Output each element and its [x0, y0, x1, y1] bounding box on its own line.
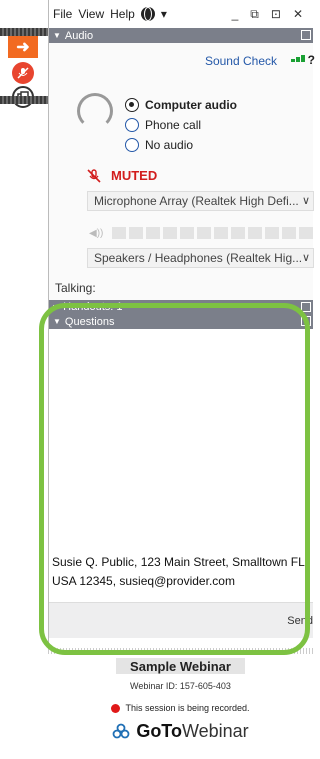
speaker-icon: ◀)) — [89, 227, 104, 239]
radio-unselected-icon — [125, 118, 139, 132]
questions-section-header[interactable]: ▼ Questions — [49, 314, 313, 329]
questions-log: Susie Q. Public, 123 Main Street, Smallt… — [49, 329, 313, 638]
menu-view[interactable]: View — [78, 7, 104, 21]
goto-flower-icon — [112, 723, 130, 741]
webinar-title: Sample Webinar — [116, 658, 245, 674]
speakers-select[interactable]: Speakers / Headphones (Realtek Hig... ∨ — [87, 248, 314, 268]
radio-label: Phone call — [145, 118, 202, 132]
speaker-level-meter: ◀)) — [89, 227, 314, 239]
collapse-triangle-icon: ▼ — [53, 31, 61, 40]
microphone-select[interactable]: Microphone Array (Realtek High Defi... ∨ — [87, 191, 314, 211]
popout-icon[interactable] — [301, 302, 311, 312]
popout-icon[interactable] — [301, 316, 311, 326]
radio-no-audio[interactable]: No audio — [125, 135, 237, 155]
minimize-button[interactable]: _ — [232, 7, 239, 22]
question-input[interactable]: Susie Q. Public, 123 Main Street, Smallt… — [52, 553, 311, 591]
muted-label: MUTED — [111, 168, 158, 183]
radio-label: No audio — [145, 138, 194, 152]
headset-icon — [77, 93, 113, 129]
audio-pane: Sound Check ? Computer audio Phone call … — [49, 43, 315, 300]
recording-notice: This session is being recorded. — [48, 703, 313, 713]
microphone-value: Microphone Array (Realtek High Defi... — [94, 194, 299, 208]
signal-meter-icon — [291, 55, 305, 62]
radio-selected-icon — [125, 98, 139, 112]
grab-tab[interactable]: ➜ — [0, 28, 48, 108]
muted-status[interactable]: MUTED — [87, 168, 157, 183]
close-button[interactable]: ✕ — [293, 7, 303, 22]
sound-check-link[interactable]: Sound Check — [205, 54, 277, 68]
recording-dot-icon — [111, 703, 121, 713]
audio-mode-options: Computer audio Phone call No audio — [125, 95, 237, 155]
menu-bar: File View Help ▾ _ ⧉ ⊡ ✕ — [49, 0, 313, 28]
menu-file[interactable]: File — [53, 7, 72, 21]
audio-header-label: Audio — [64, 29, 94, 42]
collapse-arrow-icon[interactable]: ➜ — [8, 36, 38, 58]
radio-unselected-icon — [125, 138, 139, 152]
muted-mic-icon[interactable] — [12, 62, 34, 84]
radio-phone-call[interactable]: Phone call — [125, 115, 237, 135]
audio-section-header[interactable]: ▼ Audio — [49, 28, 313, 43]
handouts-section-header[interactable]: ▶ Handouts: 1 — [49, 300, 313, 314]
speakers-value: Speakers / Headphones (Realtek Hig... — [94, 251, 303, 265]
webinar-footer: Sample Webinar Webinar ID: 157-605-403 T… — [48, 654, 313, 759]
language-globe-icon[interactable]: ▾ — [140, 7, 167, 22]
send-bar: Send — [49, 602, 313, 638]
expand-triangle-icon: ▶ — [53, 302, 60, 312]
brand-webinar: Webinar — [181, 721, 249, 741]
grab-tab-grip-top[interactable] — [0, 28, 48, 36]
radio-label: Computer audio — [145, 98, 237, 112]
chevron-down-icon: ∨ — [301, 195, 310, 207]
send-button[interactable]: Send — [287, 615, 313, 627]
grab-tab-grip-bottom[interactable] — [0, 96, 48, 104]
handouts-label: Handouts: 1 — [63, 301, 123, 313]
popout-icon[interactable] — [301, 30, 311, 40]
restore-button[interactable]: ⧉ — [250, 7, 259, 22]
gotowebinar-logo: GoTo Webinar — [48, 721, 313, 742]
window-controls: _ ⧉ ⊡ ✕ — [232, 7, 313, 22]
recording-text: This session is being recorded. — [125, 703, 250, 713]
webinar-id: Webinar ID: 157-605-403 — [130, 681, 231, 691]
control-panel: File View Help ▾ _ ⧉ ⊡ ✕ ▼ Audio Sound C… — [48, 0, 315, 759]
brand-goto: GoTo — [136, 721, 182, 741]
radio-computer-audio[interactable]: Computer audio — [125, 95, 237, 115]
talking-label: Talking: — [55, 281, 96, 295]
muted-mic-icon — [87, 168, 101, 183]
collapse-triangle-icon: ▼ — [53, 317, 61, 326]
menu-help[interactable]: Help — [110, 7, 135, 21]
help-icon[interactable]: ? — [308, 53, 315, 67]
maximize-button[interactable]: ⊡ — [271, 7, 281, 22]
questions-header-label: Questions — [64, 315, 115, 328]
chevron-down-icon: ∨ — [301, 252, 310, 264]
